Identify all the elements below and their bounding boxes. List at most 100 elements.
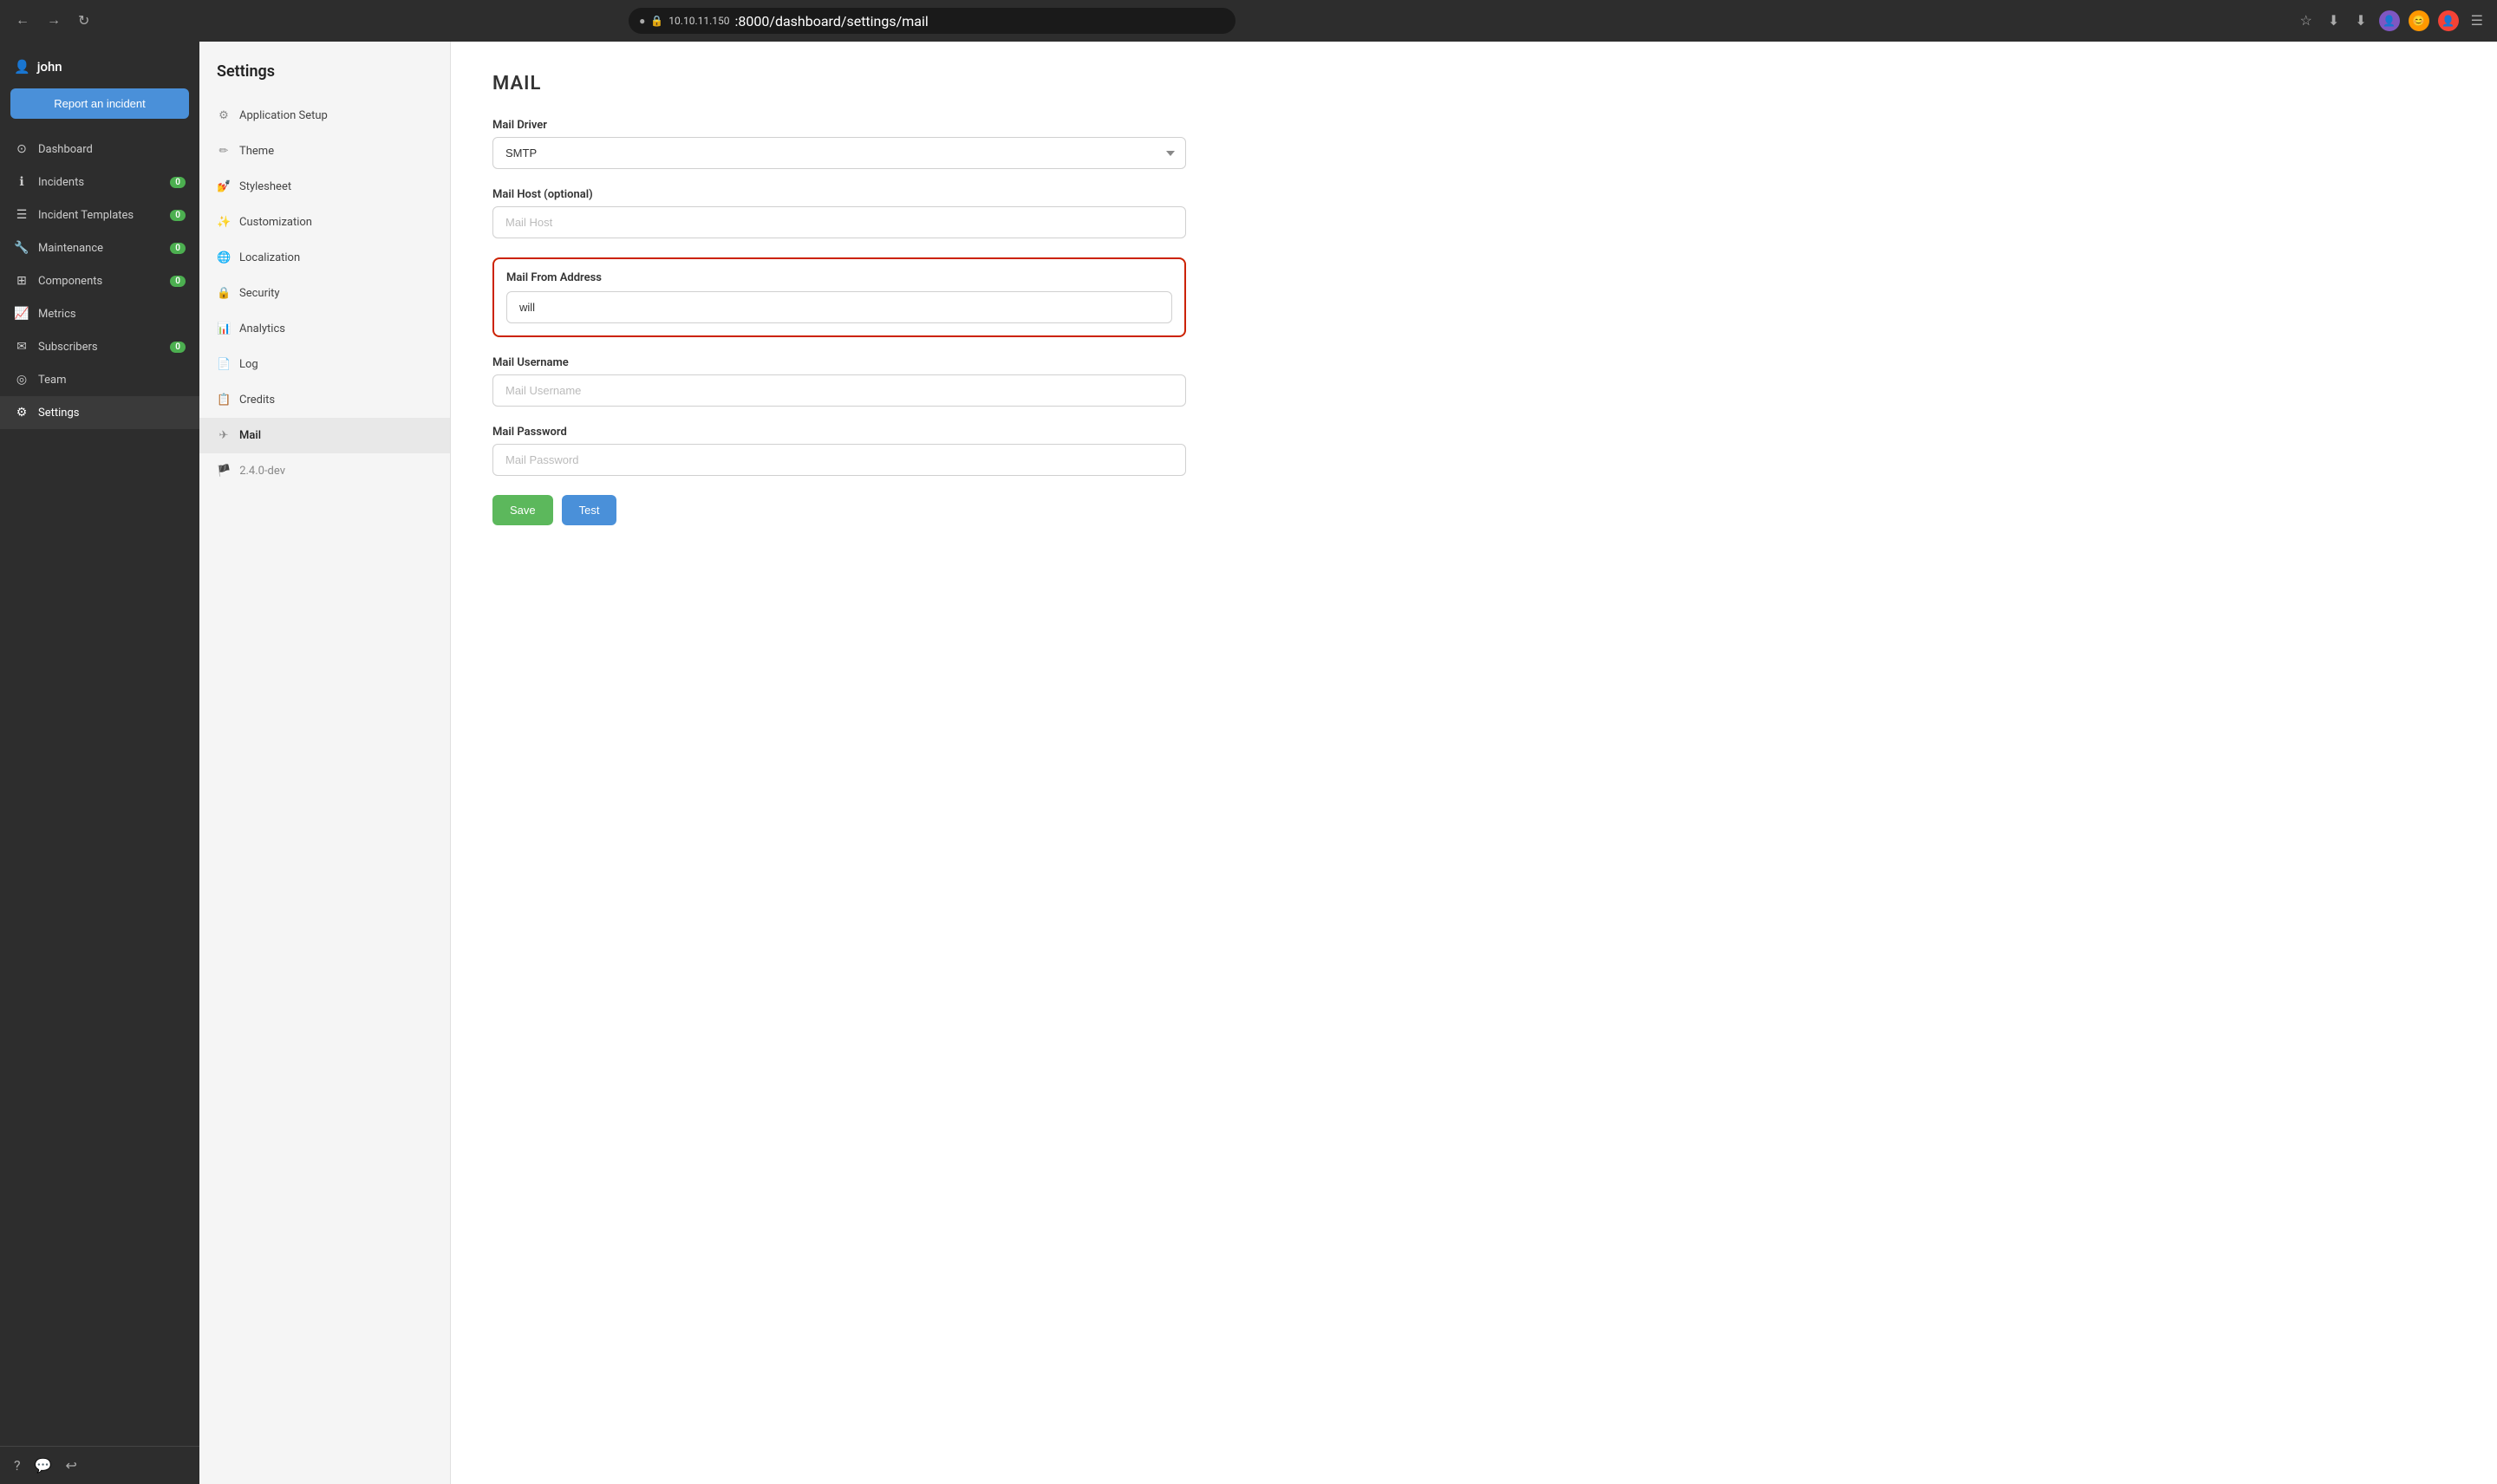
username-label: john xyxy=(37,59,62,75)
settings-menu-label: Log xyxy=(239,358,258,371)
address-bar[interactable]: ● 🔒 10.10.11.150 :8000/dashboard/setting… xyxy=(629,8,1235,34)
settings-menu-label: Mail xyxy=(239,429,261,442)
mail-from-address-group: Mail From Address xyxy=(492,257,1186,337)
customization-icon: ✨ xyxy=(217,216,231,229)
bookmark-button[interactable]: ☆ xyxy=(2296,9,2315,33)
sidebar-item-label: Subscribers xyxy=(38,341,98,354)
settings-menu-stylesheet[interactable]: 💅 Stylesheet xyxy=(199,169,450,205)
sidebar-item-label: Team xyxy=(38,374,67,387)
sidebar-item-dashboard[interactable]: ⊙ Dashboard xyxy=(0,133,199,166)
sidebar-item-incident-templates[interactable]: ☰ Incident Templates 0 xyxy=(0,199,199,231)
mail-password-input[interactable] xyxy=(492,444,1186,476)
app-layout: 👤 john Report an incident ⊙ Dashboard ℹ … xyxy=(0,42,2497,1484)
settings-menu-label: Localization xyxy=(239,251,300,264)
avatar-red: 👤 xyxy=(2438,10,2459,31)
maintenance-icon: 🔧 xyxy=(14,241,29,255)
incidents-icon: ℹ xyxy=(14,175,29,189)
test-button[interactable]: Test xyxy=(562,495,617,525)
mail-form: Mail Driver SMTP Sendmail Mailgun Log Ma… xyxy=(492,119,1186,525)
templates-badge: 0 xyxy=(170,210,186,221)
settings-menu-analytics[interactable]: 📊 Analytics xyxy=(199,311,450,347)
forward-button[interactable]: → xyxy=(42,10,66,32)
settings-menu-customization[interactable]: ✨ Customization xyxy=(199,205,450,240)
report-incident-button[interactable]: Report an incident xyxy=(10,88,189,119)
subscribers-icon: ✉ xyxy=(14,340,29,354)
mail-icon: ✈ xyxy=(217,429,231,442)
settings-menu-label: Application Setup xyxy=(239,109,328,122)
avatar-purple: 👤 xyxy=(2379,10,2400,31)
sidebar-item-label: Components xyxy=(38,275,102,288)
settings-title: Settings xyxy=(199,42,450,98)
sidebar-nav: ⊙ Dashboard ℹ Incidents 0 ☰ Incident Tem… xyxy=(0,133,199,1446)
sidebar-item-label: Settings xyxy=(38,407,79,420)
settings-menu-label: Security xyxy=(239,287,280,300)
url-path: :8000/dashboard/settings/mail xyxy=(735,13,929,29)
mail-host-group: Mail Host (optional) xyxy=(492,188,1186,238)
mail-username-group: Mail Username xyxy=(492,356,1186,407)
subscribers-badge: 0 xyxy=(170,342,186,353)
logout-icon[interactable]: ↩ xyxy=(65,1457,76,1474)
mail-password-group: Mail Password xyxy=(492,426,1186,476)
mail-from-address-input[interactable] xyxy=(506,291,1172,323)
sidebar-item-components[interactable]: ⊞ Components 0 xyxy=(0,264,199,297)
sidebar-item-label: Metrics xyxy=(38,308,76,321)
download-button[interactable]: ⬇ xyxy=(2351,9,2370,33)
components-icon: ⊞ xyxy=(14,274,29,288)
sidebar-item-subscribers[interactable]: ✉ Subscribers 0 xyxy=(0,330,199,363)
templates-icon: ☰ xyxy=(14,208,29,222)
save-button[interactable]: Save xyxy=(492,495,553,525)
settings-menu-localization[interactable]: 🌐 Localization xyxy=(199,240,450,276)
settings-menu-mail[interactable]: ✈ Mail xyxy=(199,418,450,453)
sidebar-item-incidents[interactable]: ℹ Incidents 0 xyxy=(0,166,199,199)
mail-host-input[interactable] xyxy=(492,206,1186,238)
reload-button[interactable]: ↻ xyxy=(73,9,95,33)
mail-username-input[interactable] xyxy=(492,374,1186,407)
mail-username-label: Mail Username xyxy=(492,356,1186,369)
help-icon[interactable]: ? xyxy=(14,1457,21,1474)
settings-menu-label: Analytics xyxy=(239,322,285,335)
application-setup-icon: ⚙ xyxy=(217,109,231,122)
sidebar-item-team[interactable]: ◎ Team xyxy=(0,363,199,396)
sidebar-item-metrics[interactable]: 📈 Metrics xyxy=(0,297,199,330)
sidebar-item-label: Incident Templates xyxy=(38,209,134,222)
security-icon: 🔒 xyxy=(217,287,231,300)
page-title: MAIL xyxy=(492,73,2455,94)
chat-icon[interactable]: 💬 xyxy=(35,1457,52,1474)
settings-version: 🏴 2.4.0-dev xyxy=(199,453,450,489)
settings-menu-label: Credits xyxy=(239,394,275,407)
settings-menu-label: Stylesheet xyxy=(239,180,291,193)
mail-driver-select[interactable]: SMTP Sendmail Mailgun Log xyxy=(492,137,1186,169)
menu-button[interactable]: ☰ xyxy=(2468,9,2487,33)
settings-menu-log[interactable]: 📄 Log xyxy=(199,347,450,382)
analytics-icon: 📊 xyxy=(217,322,231,335)
localization-icon: 🌐 xyxy=(217,251,231,264)
version-label: 2.4.0-dev xyxy=(239,465,285,478)
main-content: MAIL Mail Driver SMTP Sendmail Mailgun L… xyxy=(451,42,2497,1484)
back-button[interactable]: ← xyxy=(10,10,35,32)
sidebar: 👤 john Report an incident ⊙ Dashboard ℹ … xyxy=(0,42,199,1484)
user-icon: 👤 xyxy=(14,59,30,75)
pocket-button[interactable]: ⬇ xyxy=(2324,9,2343,33)
mail-host-label: Mail Host (optional) xyxy=(492,188,1186,201)
dashboard-icon: ⊙ xyxy=(14,142,29,156)
settings-panel: Settings ⚙ Application Setup ✏ Theme 💅 S… xyxy=(199,42,451,1484)
theme-icon: ✏ xyxy=(217,145,231,158)
browser-right-icons: ☆ ⬇ ⬇ 👤 😊 👤 ☰ xyxy=(2296,9,2487,33)
settings-menu-label: Theme xyxy=(239,145,274,158)
settings-menu-application-setup[interactable]: ⚙ Application Setup xyxy=(199,98,450,133)
browser-chrome: ← → ↻ ● 🔒 10.10.11.150 :8000/dashboard/s… xyxy=(0,0,2497,42)
sidebar-footer: ? 💬 ↩ xyxy=(0,1446,199,1484)
settings-menu-credits[interactable]: 📋 Credits xyxy=(199,382,450,418)
settings-menu-label: Customization xyxy=(239,216,312,229)
components-badge: 0 xyxy=(170,276,186,287)
sidebar-item-settings[interactable]: ⚙ Settings xyxy=(0,396,199,429)
sidebar-item-label: Maintenance xyxy=(38,242,103,255)
stylesheet-icon: 💅 xyxy=(217,180,231,193)
mail-driver-label: Mail Driver xyxy=(492,119,1186,132)
sidebar-item-maintenance[interactable]: 🔧 Maintenance 0 xyxy=(0,231,199,264)
maintenance-badge: 0 xyxy=(170,243,186,254)
settings-menu-theme[interactable]: ✏ Theme xyxy=(199,133,450,169)
mail-from-address-label: Mail From Address xyxy=(506,271,1172,284)
settings-icon: ⚙ xyxy=(14,406,29,420)
settings-menu-security[interactable]: 🔒 Security xyxy=(199,276,450,311)
